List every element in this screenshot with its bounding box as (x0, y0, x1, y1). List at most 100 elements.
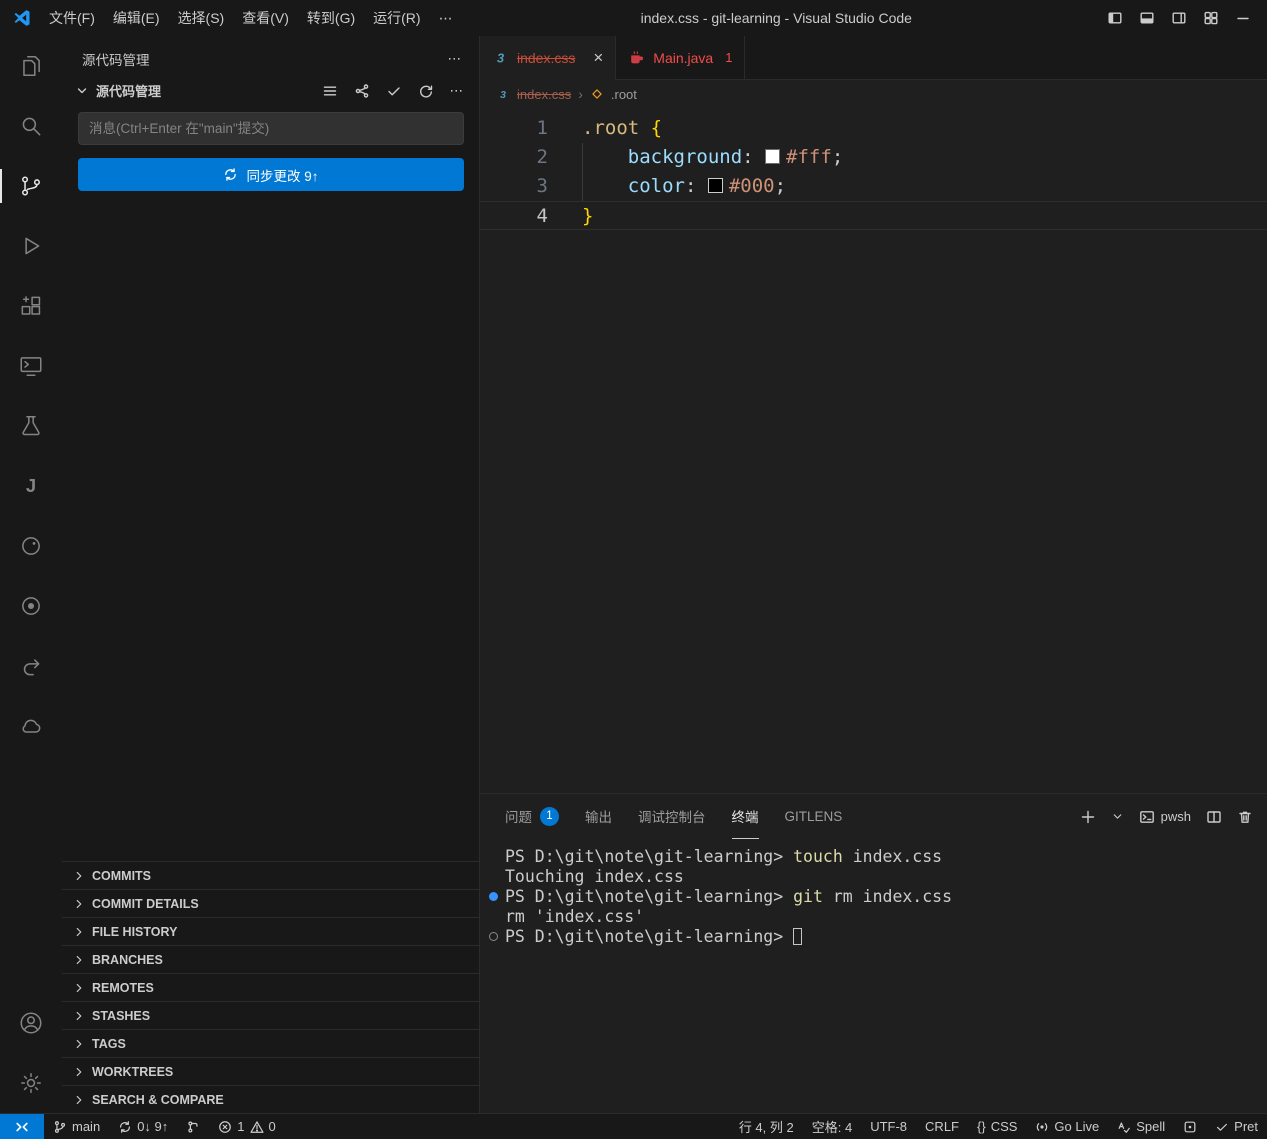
source-control-section-label: 源代码管理 (96, 81, 161, 100)
section-search-compare[interactable]: SEARCH & COMPARE (62, 1085, 479, 1113)
new-terminal-icon[interactable] (1080, 809, 1096, 825)
remote-indicator[interactable] (0, 1114, 44, 1139)
code-line-4: 4 } (480, 201, 1267, 230)
section-label: COMMIT DETAILS (92, 897, 199, 911)
menu-more[interactable]: ⋯ (430, 7, 462, 30)
terminal-dropdown-chevron-icon[interactable] (1111, 810, 1124, 823)
toggle-sidebar-icon[interactable] (1107, 10, 1123, 26)
shell-name: pwsh (1161, 809, 1191, 824)
command-success-decoration[interactable] (489, 892, 498, 901)
kill-terminal-trash-icon[interactable] (1237, 809, 1253, 825)
css-file-icon: 3 (496, 87, 510, 101)
close-tab-icon[interactable]: × (593, 49, 603, 66)
menu-selection[interactable]: 选择(S) (169, 5, 234, 31)
toggle-panel-icon[interactable] (1139, 10, 1155, 26)
breadcrumb-symbol[interactable]: .root (611, 87, 637, 102)
search-icon[interactable] (0, 96, 62, 156)
panel-tab-output[interactable]: 输出 (585, 794, 612, 839)
problems-badge: 1 (540, 807, 559, 826)
command-pending-decoration[interactable] (489, 932, 498, 941)
commit-check-icon[interactable] (386, 83, 402, 99)
menu-edit[interactable]: 编辑(E) (104, 5, 169, 31)
section-commit-details[interactable]: COMMIT DETAILS (62, 889, 479, 917)
commit-message-input[interactable] (78, 112, 464, 145)
gitlens-icon[interactable] (0, 636, 62, 696)
run-and-debug-icon[interactable] (0, 216, 62, 276)
panel-tab-terminal[interactable]: 终端 (732, 794, 759, 839)
code-line-1: 1 .root { (480, 114, 1267, 143)
error-count: 1 (237, 1119, 244, 1134)
vscode-logo-icon (12, 8, 32, 28)
sync-status[interactable]: 0↓ 9↑ (109, 1114, 177, 1139)
chevron-right-icon (72, 1093, 86, 1107)
customize-layout-icon[interactable] (1203, 10, 1219, 26)
menu-run[interactable]: 运行(R) (364, 5, 429, 31)
color-swatch-white[interactable] (765, 149, 780, 164)
testing-icon[interactable] (0, 396, 62, 456)
tab-index-css[interactable]: 3 index.css × (480, 36, 616, 80)
panel-tab-debug-console[interactable]: 调试控制台 (638, 794, 706, 839)
color-swatch-black[interactable] (708, 178, 723, 193)
remote-explorer-icon[interactable] (0, 336, 62, 396)
terminal-line: rm 'index.css' (505, 907, 1267, 927)
breadcrumb-file[interactable]: index.css (517, 87, 571, 102)
warning-count: 0 (269, 1119, 276, 1134)
sync-changes-button[interactable]: 同步更改 9↑ (78, 158, 464, 191)
terminal-command: touch (793, 847, 843, 866)
spell-checker-status[interactable]: Spell (1108, 1114, 1174, 1139)
active-shell-chip[interactable]: pwsh (1139, 809, 1191, 825)
section-more-actions-icon[interactable]: ⋯ (450, 83, 464, 99)
section-commits[interactable]: COMMITS (62, 861, 479, 889)
menu-view[interactable]: 查看(V) (233, 5, 298, 31)
minimize-icon[interactable] (1235, 10, 1251, 26)
collapse-chevron-icon[interactable] (74, 83, 90, 99)
section-remotes[interactable]: REMOTES (62, 973, 479, 1001)
section-file-history[interactable]: FILE HISTORY (62, 917, 479, 945)
view-as-list-icon[interactable] (322, 83, 338, 99)
java-projects-icon[interactable]: J (0, 456, 62, 516)
extension-status[interactable] (1174, 1114, 1206, 1139)
eol-status[interactable]: CRLF (916, 1114, 968, 1139)
indentation-status[interactable]: 空格: 4 (803, 1114, 861, 1139)
go-live-status[interactable]: Go Live (1026, 1114, 1108, 1139)
section-stashes[interactable]: STASHES (62, 1001, 479, 1029)
section-worktrees[interactable]: WORKTREES (62, 1057, 479, 1085)
commit-graph-status[interactable] (177, 1114, 209, 1139)
problems-status[interactable]: 1 0 (209, 1114, 284, 1139)
menu-file[interactable]: 文件(F) (40, 5, 104, 31)
line-number: 3 (480, 172, 582, 201)
activity-bar: J (0, 36, 62, 1113)
css-property: background (628, 146, 742, 168)
view-as-graph-icon[interactable] (354, 83, 370, 99)
menu-goto[interactable]: 转到(G) (298, 5, 364, 31)
cursor-position-status[interactable]: 行 4, 列 2 (730, 1114, 803, 1139)
branch-name: main (72, 1119, 100, 1134)
source-control-icon[interactable] (0, 156, 62, 216)
title-bar: 文件(F) 编辑(E) 选择(S) 查看(V) 转到(G) 运行(R) ⋯ in… (0, 0, 1267, 36)
toggle-secondary-sidebar-icon[interactable] (1171, 10, 1187, 26)
tab-main-java[interactable]: Main.java 1 (616, 36, 745, 79)
explorer-icon[interactable] (0, 36, 62, 96)
branch-status[interactable]: main (44, 1114, 109, 1139)
code-editor[interactable]: 1 .root { 2 background: #fff; 3 color: #… (480, 108, 1267, 793)
docker-icon[interactable] (0, 696, 62, 756)
panel-tab-problems[interactable]: 问题1 (505, 794, 559, 839)
extensions-icon[interactable] (0, 276, 62, 336)
panel-tab-gitlens[interactable]: GITLENS (785, 794, 843, 839)
section-label: REMOTES (92, 981, 154, 995)
prettier-status[interactable]: Pret (1206, 1114, 1267, 1139)
language-mode-status[interactable]: {}CSS (968, 1114, 1026, 1139)
section-branches[interactable]: BRANCHES (62, 945, 479, 973)
css-file-icon: 3 (492, 49, 509, 66)
gradle-icon[interactable] (0, 516, 62, 576)
split-terminal-icon[interactable] (1206, 809, 1222, 825)
settings-gear-icon[interactable] (0, 1053, 62, 1113)
terminal-output[interactable]: PS D:\git\note\git-learning> touch index… (480, 839, 1267, 1113)
accounts-icon[interactable] (0, 993, 62, 1053)
sidebar-more-actions-icon[interactable]: ⋯ (448, 51, 462, 67)
encoding-status[interactable]: UTF-8 (861, 1114, 916, 1139)
refresh-icon[interactable] (418, 83, 434, 99)
live-server-icon[interactable] (0, 576, 62, 636)
section-tags[interactable]: TAGS (62, 1029, 479, 1057)
breadcrumb-separator: › (578, 86, 583, 102)
